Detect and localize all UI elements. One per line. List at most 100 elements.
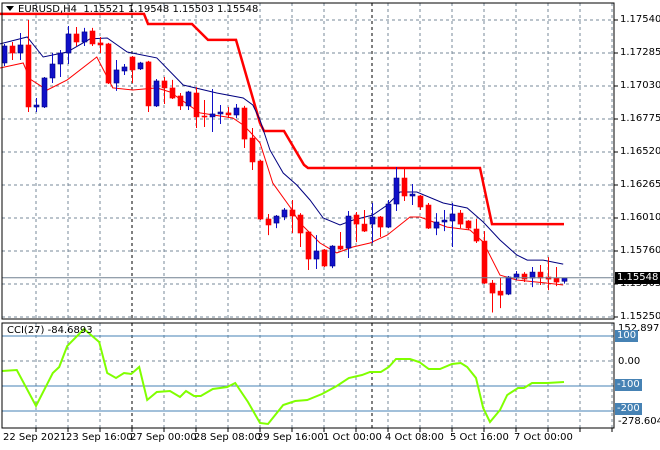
candle-body (305, 231, 312, 260)
candle-body (217, 111, 224, 115)
candle-body (313, 250, 320, 260)
candle-body (113, 69, 120, 84)
price-tick-label: 1.16775 (620, 113, 660, 124)
candle-body (457, 212, 464, 225)
price-tick-label: 1.15250 (620, 311, 660, 322)
cci-level-minus200: -200 (615, 403, 642, 415)
chart-header: EURUSD,H4 1.15521 1.19548 1.15503 1.1554… (6, 4, 258, 15)
candle-body (337, 245, 344, 250)
candle-body (409, 193, 416, 197)
candle-body (33, 104, 40, 108)
candle-body (209, 113, 216, 118)
candle-body (425, 204, 432, 229)
price-tick-label: 1.15760 (620, 245, 660, 256)
candle-body (289, 209, 296, 217)
candle-body (449, 213, 456, 222)
candle-body (521, 273, 528, 280)
candle-body (49, 63, 56, 79)
candle-body (385, 203, 392, 228)
candle-body (201, 115, 208, 118)
chart-canvas[interactable] (0, 0, 660, 450)
candle-body (81, 31, 88, 43)
candle-body (473, 228, 480, 242)
candle-body (481, 240, 488, 284)
candle-body (249, 137, 256, 163)
candle-body (465, 220, 472, 229)
cci-value: -84.6893 (47, 325, 93, 336)
price-tick-label: 1.16010 (620, 212, 660, 223)
candle-body (225, 112, 232, 116)
cci-level-minus100: -100 (615, 379, 642, 391)
time-tick-label: 22 Sep 2021 (3, 432, 67, 443)
candle-body (489, 282, 496, 294)
candle-body (41, 77, 48, 108)
candle-body (65, 33, 72, 54)
candle-body (97, 42, 104, 46)
candle-body (265, 218, 272, 226)
candle-body (121, 66, 128, 72)
symbol-label: EURUSD,H4 (18, 4, 78, 15)
cci-level-100: 100 (615, 330, 639, 342)
candle-body (73, 33, 80, 43)
candle-body (89, 30, 96, 45)
candle-body (17, 44, 24, 54)
candle-body (353, 214, 360, 225)
time-tick-label: 5 Oct 16:00 (450, 432, 509, 443)
candle-body (553, 277, 560, 283)
current-price-tag: 1.15548 (615, 272, 660, 284)
candle-body (105, 43, 112, 84)
candle-body (505, 276, 512, 295)
candle-body (529, 271, 536, 279)
candle-body (273, 215, 280, 224)
candle-body (497, 290, 504, 296)
cci-pane-frame (1, 322, 615, 429)
ohlc-high: 1.19548 (127, 4, 170, 15)
candle-body (281, 209, 288, 218)
price-tick-label: 1.16520 (620, 146, 660, 157)
candle-body (169, 87, 176, 99)
time-tick-label: 23 Sep 16:00 (66, 432, 133, 443)
candle-body (297, 214, 304, 234)
candle-body (233, 107, 240, 116)
candle-body (369, 216, 376, 225)
candle-body (377, 216, 384, 228)
candle-body (345, 215, 352, 249)
time-tick-label: 1 Oct 00:00 (323, 432, 382, 443)
ohlc-open: 1.15521 (83, 4, 125, 15)
price-tick-label: 1.16265 (620, 179, 660, 190)
candle-body (193, 92, 200, 118)
time-tick-label: 4 Oct 08:00 (385, 432, 444, 443)
candle-body (241, 107, 248, 140)
price-tick-label: 1.17540 (620, 14, 660, 25)
cci-name: CCI(27) (7, 325, 45, 336)
candle-body (153, 80, 160, 107)
ohlc-low: 1.15503 (172, 4, 214, 15)
cci-level-0: 0.00 (618, 356, 641, 367)
candle-body (417, 195, 424, 208)
candle-body (177, 95, 184, 107)
candle-body (257, 160, 264, 220)
price-tick-label: 1.17030 (620, 80, 660, 91)
candle-body (393, 177, 400, 205)
dropdown-triangle-icon[interactable] (6, 6, 14, 11)
candle-body (441, 219, 448, 223)
candle-body (361, 223, 368, 232)
cci-min-label: -278.6043 (618, 416, 660, 427)
candle-body (1, 45, 8, 64)
price-tick-label: 1.17285 (620, 47, 660, 58)
candle-body (537, 271, 544, 279)
candle-body (129, 56, 136, 71)
candle-body (137, 62, 144, 70)
candle-body (401, 177, 408, 197)
time-tick-label: 29 Sep 16:00 (257, 432, 324, 443)
candle-body (329, 245, 336, 267)
main-pane-frame (1, 2, 615, 320)
candle-body (433, 221, 440, 229)
ohlc-close: 1.15548 (217, 4, 259, 15)
candle-body (185, 91, 192, 107)
candle-body (161, 80, 168, 89)
candle-body (561, 277, 568, 282)
cci-line (1, 327, 565, 426)
time-tick-label: 27 Sep 00:00 (130, 432, 197, 443)
time-tick-label: 7 Oct 00:00 (514, 432, 573, 443)
